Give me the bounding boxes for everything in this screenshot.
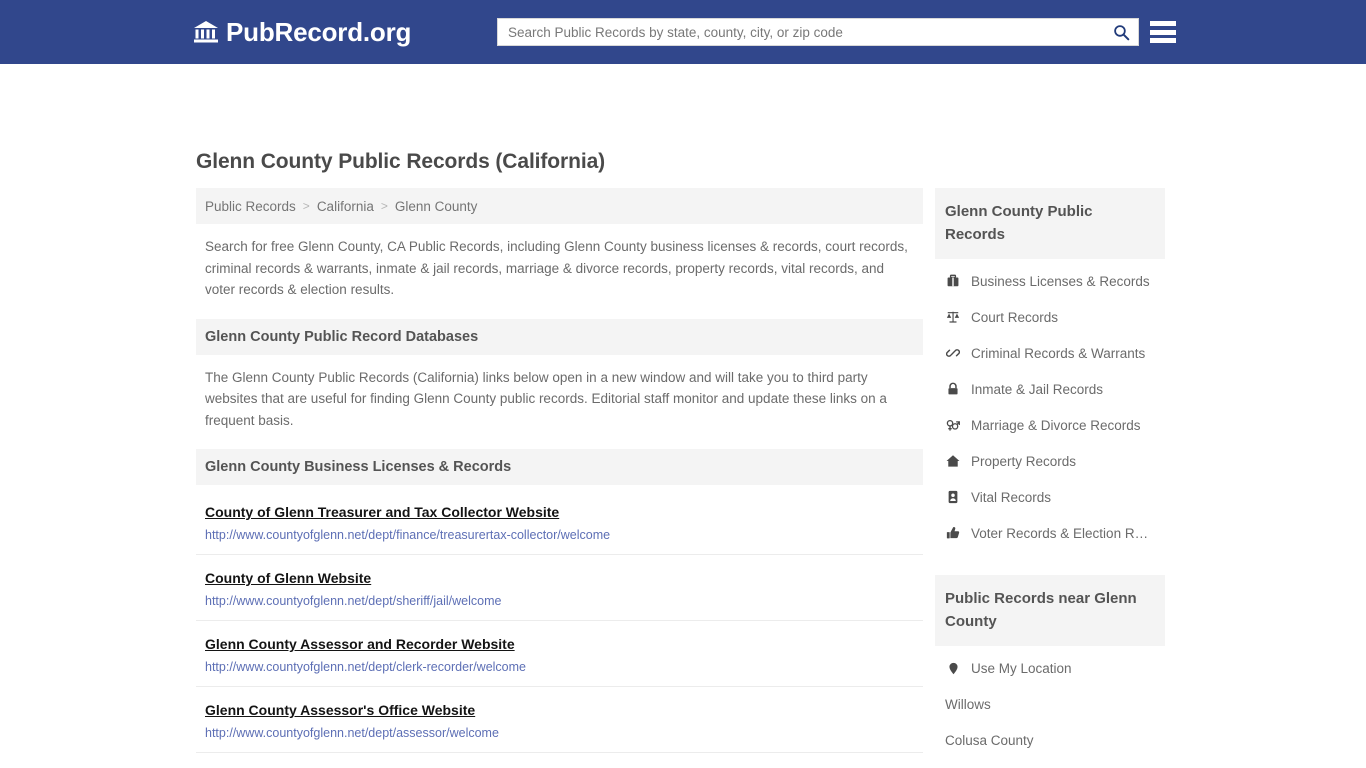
sidebar-item-label: Court Records [971, 309, 1059, 325]
nearby-panel-list: Use My Location Willows Colusa County Te… [935, 646, 1165, 768]
venus-mars-icon [945, 417, 961, 433]
sidebar-item-label: Voter Records & Election R… [971, 525, 1149, 541]
records-panel: Glenn County Public Records Business Lic… [935, 188, 1165, 551]
business-section-heading: Glenn County Business Licenses & Records [196, 449, 923, 485]
list-item: County of Glenn Treasurer and Tax Collec… [196, 485, 923, 555]
sidebar-item-label: Vital Records [971, 489, 1052, 505]
site-logo-link[interactable]: PubRecord.org [193, 19, 411, 45]
records-panel-heading: Glenn County Public Records [935, 188, 1165, 259]
hamburger-menu-button[interactable] [1150, 20, 1176, 44]
sidebar-item-label: Colusa County [945, 732, 1034, 748]
site-logo-text: PubRecord.org [226, 17, 412, 47]
nearby-panel: Public Records near Glenn County Use My … [935, 575, 1165, 768]
record-link-url[interactable]: http://www.countyofglenn.net/dept/financ… [205, 528, 914, 543]
page-title: Glenn County Public Records (California) [196, 150, 606, 173]
record-link-url[interactable]: http://www.countyofglenn.net/dept/clerk-… [205, 660, 914, 675]
record-link-title[interactable]: County of Glenn Website [205, 569, 914, 587]
breadcrumb: Public Records > California > Glenn Coun… [196, 188, 923, 224]
sidebar-item-use-my-location[interactable]: Use My Location [935, 650, 1165, 686]
sidebar: Glenn County Public Records Business Lic… [935, 188, 1165, 768]
nearby-panel-heading: Public Records near Glenn County [935, 575, 1165, 646]
hamburger-menu-icon [1150, 21, 1176, 26]
sidebar-item-colusa-county[interactable]: Colusa County [935, 722, 1165, 758]
list-item: Glenn County Assessor's Website https://… [196, 753, 923, 768]
breadcrumb-separator-icon-2: > [380, 199, 388, 213]
briefcase-icon [945, 273, 961, 289]
sidebar-item-property-records[interactable]: Property Records [935, 443, 1165, 479]
sidebar-item-label: Business Licenses & Records [971, 273, 1150, 289]
breadcrumb-item-public-records[interactable]: Public Records [205, 199, 296, 214]
site-header: PubRecord.org [0, 0, 1366, 64]
sidebar-item-criminal-records[interactable]: Criminal Records & Warrants [935, 335, 1165, 371]
list-item: Glenn County Assessor and Recorder Websi… [196, 621, 923, 687]
sidebar-item-label: Criminal Records & Warrants [971, 345, 1146, 361]
record-link-url[interactable]: http://www.countyofglenn.net/dept/assess… [205, 726, 914, 741]
sidebar-item-label: Inmate & Jail Records [971, 381, 1104, 397]
record-link-title[interactable]: County of Glenn Treasurer and Tax Collec… [205, 503, 914, 521]
sidebar-item-marriage-divorce-records[interactable]: Marriage & Divorce Records [935, 407, 1165, 443]
record-link-title[interactable]: Glenn County Assessor's Office Website [205, 701, 914, 719]
page-body: Glenn County Public Records (California)… [0, 64, 1366, 768]
bank-icon [193, 19, 219, 45]
sidebar-item-business-licenses[interactable]: Business Licenses & Records [935, 263, 1165, 299]
sidebar-item-inmate-jail-records[interactable]: Inmate & Jail Records [935, 371, 1165, 407]
breadcrumb-separator-icon: > [302, 199, 310, 213]
search-button[interactable] [1104, 19, 1138, 45]
sidebar-item-tehama-county[interactable]: Tehama County [935, 758, 1165, 768]
sidebar-item-voter-records[interactable]: Voter Records & Election R… [935, 515, 1165, 551]
search-icon [1113, 24, 1130, 41]
sidebar-item-court-records[interactable]: Court Records [935, 299, 1165, 335]
databases-section-body: The Glenn County Public Records (Califor… [205, 369, 887, 428]
handcuffs-icon [945, 345, 961, 361]
sidebar-item-label: Use My Location [971, 660, 1072, 676]
sidebar-item-label: Property Records [971, 453, 1077, 469]
list-item: Glenn County Assessor's Office Website h… [196, 687, 923, 753]
sidebar-item-willows[interactable]: Willows [935, 686, 1165, 722]
sidebar-item-vital-records[interactable]: Vital Records [935, 479, 1165, 515]
intro-paragraph: Search for free Glenn County, CA Public … [205, 239, 908, 297]
hamburger-menu-icon-bar-3 [1150, 38, 1176, 43]
lock-icon [945, 381, 961, 397]
records-panel-list: Business Licenses & Records Court Record… [935, 259, 1165, 551]
hamburger-menu-icon-bar-2 [1150, 29, 1176, 35]
breadcrumb-item-glenn-county: Glenn County [394, 198, 478, 214]
main-content-column: Public Records > California > Glenn Coun… [196, 188, 923, 768]
record-link-title[interactable]: Glenn County Assessor and Recorder Websi… [205, 635, 914, 653]
balance-scale-icon [945, 309, 961, 325]
id-badge-icon [945, 489, 961, 505]
map-pin-icon [945, 660, 961, 676]
search-bar [497, 18, 1139, 46]
business-links-list: County of Glenn Treasurer and Tax Collec… [196, 485, 923, 768]
breadcrumb-item-california[interactable]: California [317, 199, 374, 214]
list-item: County of Glenn Website http://www.count… [196, 555, 923, 621]
sidebar-item-label: Willows [945, 696, 991, 712]
thumbs-up-icon [945, 525, 961, 541]
record-link-url[interactable]: http://www.countyofglenn.net/dept/sherif… [205, 594, 914, 609]
home-icon [945, 453, 961, 469]
sidebar-item-label: Marriage & Divorce Records [971, 417, 1141, 433]
databases-section-heading: Glenn County Public Record Databases [196, 318, 923, 355]
search-input[interactable] [498, 19, 1104, 45]
